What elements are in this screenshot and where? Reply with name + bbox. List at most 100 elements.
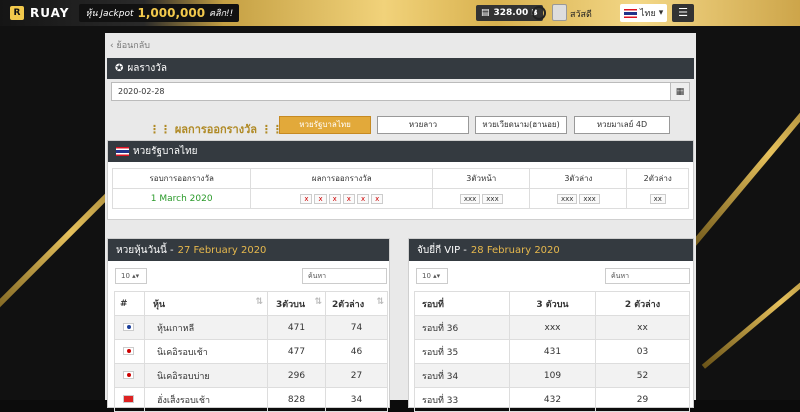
round-date: 1 March 2020 <box>111 188 252 209</box>
back-label: ย้อนกลับ <box>116 41 150 51</box>
sort-icon: ⇅ <box>314 296 322 307</box>
logo-icon: R <box>10 6 24 20</box>
tab-malay[interactable]: หวยมาเลย์ 4D <box>574 116 670 134</box>
headset-icon[interactable] <box>532 6 546 20</box>
stock-name: นิเคอิรอบบ่าย <box>144 363 268 388</box>
col-index[interactable]: # <box>114 291 145 316</box>
table-row: หุ้นเกาหลี 471 74 <box>114 315 388 340</box>
korea-flag-icon <box>114 315 145 340</box>
two-bottom: xx <box>595 315 690 340</box>
vip-lottery-title: จับยี่กี VIP - <box>417 244 467 256</box>
stock-lottery-card: หวยหุ้นวันนี้ - 27 February 2020 10 ▴▾ ค… <box>107 238 390 412</box>
round-label: รอบที่ 36 <box>414 315 510 340</box>
thai-lottery-title: หวยรัฐบาลไทย <box>133 146 198 157</box>
decor-stripe <box>701 236 800 369</box>
thai-flag-icon <box>624 8 637 18</box>
vip-lottery-card: จับยี่กี VIP - 28 February 2020 10 ▴▾ ค้… <box>408 238 694 412</box>
digit: x <box>328 193 341 204</box>
round-label: รอบที่ 34 <box>414 363 510 388</box>
col-two[interactable]: 2ตัวล่าง ⇅ <box>325 291 388 316</box>
logo[interactable]: R RUAY <box>10 4 69 22</box>
page-size-value: 10 <box>422 272 431 280</box>
stock-lottery-title: หวยหุ้นวันนี้ - <box>116 244 174 256</box>
two-bottom: 27 <box>325 363 388 388</box>
col-three[interactable]: 3 ตัวบน <box>509 291 596 316</box>
tab-lao[interactable]: หวยลาว <box>377 116 469 134</box>
tab-hanoi[interactable]: หวยเวียดนาม(ฮานอย) <box>475 116 567 134</box>
back-link[interactable]: ‹ ย้อนกลับ <box>110 38 150 52</box>
table-row: นิเคอิรอบบ่าย 296 27 <box>114 363 388 388</box>
japan-flag-icon <box>114 363 145 388</box>
avatar[interactable] <box>552 4 567 21</box>
col-back2: 2ตัวล่าง <box>626 168 689 189</box>
vip-table: รอบที่ 3 ตัวบน 2 ตัวล่าง รอบที่ 36 xxx x… <box>414 291 690 412</box>
tab-thai[interactable]: หวยรัฐบาลไทย <box>279 116 371 134</box>
jackpot-label: หุ้น Jackpot <box>85 9 134 19</box>
col-result: ผลการออกรางวัล <box>250 168 434 189</box>
language-select[interactable]: ไทย ▾ <box>620 4 667 22</box>
col-front3: 3ตัวหน้า <box>432 168 531 189</box>
back3-value: xxx <box>579 193 600 204</box>
front3-value: xxx <box>482 193 503 204</box>
table-row: รอบที่ 35 431 03 <box>414 339 690 364</box>
award-icon: ✪ <box>115 63 124 74</box>
digit: x <box>300 193 313 204</box>
caret-down-icon: ▾ <box>658 8 664 18</box>
hamburger-icon: ☰ <box>678 6 688 19</box>
front3-values: xxx xxx <box>432 188 531 209</box>
col-round[interactable]: รอบที่ <box>414 291 510 316</box>
date-field[interactable]: 2020-02-28 <box>111 82 671 101</box>
front3-value: xxx <box>459 193 481 204</box>
three-top: 471 <box>267 315 326 340</box>
wallet-icon: ▤ <box>481 8 490 18</box>
col-two-label: 2ตัวล่าง <box>332 299 365 310</box>
three-top: 431 <box>509 339 596 364</box>
col-three-label: 3ตัวบน <box>276 299 306 310</box>
col-round: รอบการออกรางวัล <box>111 168 252 189</box>
col-two[interactable]: 2 ตัวล่าง <box>595 291 690 316</box>
page-size-select[interactable]: 10 ▴▾ <box>115 268 147 284</box>
col-three[interactable]: 3ตัวบน ⇅ <box>267 291 326 316</box>
page-size-select[interactable]: 10 ▴▾ <box>416 268 448 284</box>
jackpot-cta: คลิก!! <box>209 9 234 19</box>
user-greeting[interactable]: สวัสดี <box>570 7 592 21</box>
japan-flag-icon <box>114 339 145 364</box>
col-back3: 3ตัวล่าง <box>529 168 628 189</box>
thai-lottery-card: หวยรัฐบาลไทย รอบการออกรางวัล ผลการออกราง… <box>107 140 694 220</box>
two-bottom: 74 <box>325 315 388 340</box>
search-input[interactable]: ค้นหา <box>605 268 690 284</box>
menu-button[interactable]: ☰ <box>672 4 694 22</box>
table-row: รอบที่ 34 109 52 <box>414 363 690 388</box>
back3-value: xxx <box>556 193 578 204</box>
decor-stripe <box>684 51 800 255</box>
digit: x <box>371 193 384 204</box>
thai-flag-icon <box>116 147 129 156</box>
logo-text: RUAY <box>30 6 70 20</box>
col-stock[interactable]: หุ้น ⇅ <box>144 291 268 316</box>
search-input[interactable]: ค้นหา <box>302 268 387 284</box>
results-subtitle-text: ผลการออกรางวัล <box>174 123 258 136</box>
sort-icon: ⇅ <box>255 296 263 307</box>
results-subtitle: ⋮⋮ ผลการออกรางวัล ⋮⋮ <box>149 123 283 136</box>
back2-values: xx <box>626 188 689 209</box>
back3-values: xxx xxx <box>529 188 628 209</box>
digit: x <box>356 193 370 204</box>
results-header: ✪ ผลรางวัล <box>107 58 694 79</box>
three-top: 109 <box>509 363 596 388</box>
two-bottom: 52 <box>595 363 690 388</box>
calendar-button[interactable]: ▦ <box>670 82 690 101</box>
digit: x <box>342 193 355 204</box>
stock-name: นิเคอิรอบเช้า <box>144 339 268 364</box>
page-size-value: 10 <box>121 272 130 280</box>
col-stock-label: หุ้น <box>153 299 166 310</box>
stock-name: หุ้นเกาหลี <box>144 315 268 340</box>
language-label: ไทย <box>640 9 656 19</box>
three-top: xxx <box>509 315 596 340</box>
vip-lottery-date: 28 February 2020 <box>470 244 560 256</box>
table-row: รอบที่ 36 xxx xx <box>414 315 690 340</box>
stock-table: # หุ้น ⇅ 3ตัวบน ⇅ 2ตัวล่าง ⇅ หุ้นเกาหลี 471… <box>114 291 388 412</box>
table-row: นิเคอิรอบเช้า 477 46 <box>114 339 388 364</box>
sort-icon: ⇅ <box>376 296 384 307</box>
jackpot-banner[interactable]: หุ้น Jackpot 1,000,000 คลิก!! <box>79 4 240 22</box>
result-digits: xxxxxx <box>250 188 434 209</box>
